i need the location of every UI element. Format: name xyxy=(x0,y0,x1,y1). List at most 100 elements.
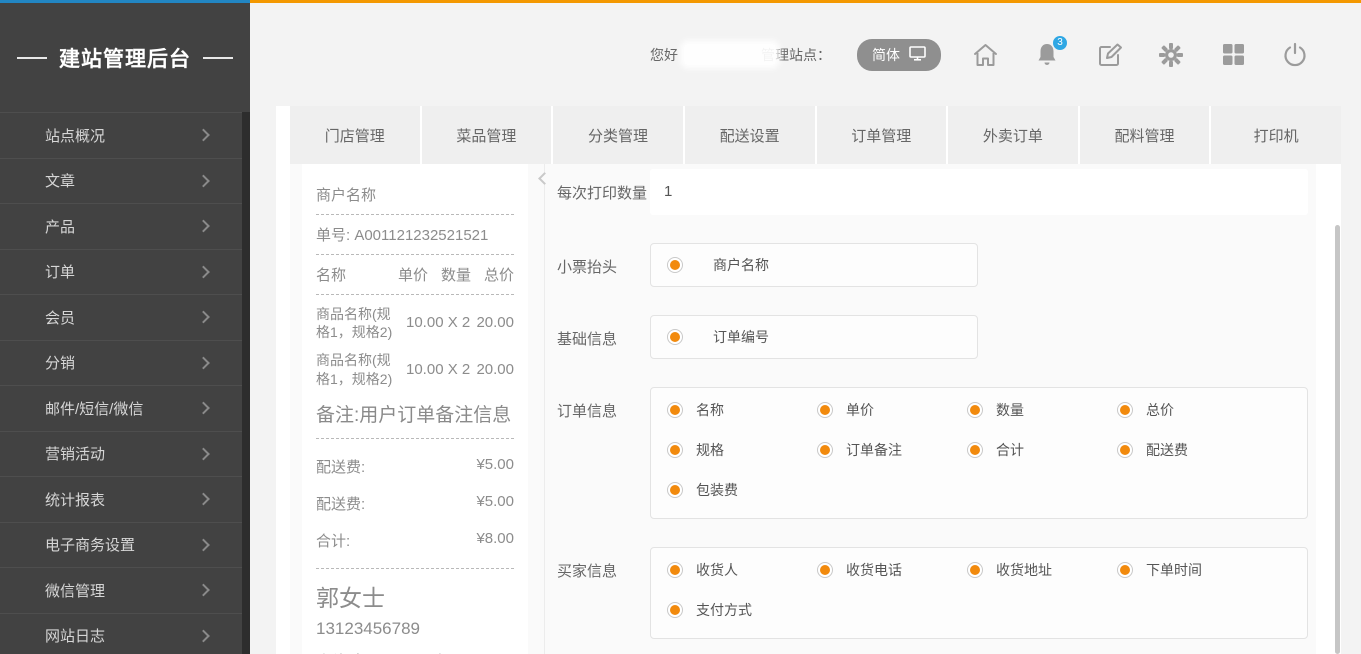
chevron-right-icon xyxy=(197,265,210,278)
radio-order-note[interactable] xyxy=(817,442,833,458)
notifications-bell-icon[interactable]: 3 xyxy=(1033,41,1061,69)
print-count-input[interactable]: 1 xyxy=(650,169,1308,215)
radio-label: 收货地址 xyxy=(996,560,1052,580)
option-packaging-fee: 包装费 xyxy=(667,480,817,500)
topbar-icons: 3 xyxy=(971,41,1309,69)
radio-dot xyxy=(670,565,680,575)
edit-icon[interactable] xyxy=(1095,41,1123,69)
radio-consignee-phone[interactable] xyxy=(817,562,833,578)
total-value: ¥8.00 xyxy=(476,530,514,551)
radio-packaging-fee[interactable] xyxy=(667,482,683,498)
tab-dish-management[interactable]: 菜品管理 xyxy=(422,106,554,164)
option-delivery-address: 收货地址 xyxy=(967,560,1117,580)
sidebar-item-articles[interactable]: 文章 xyxy=(0,158,250,204)
option-spec: 规格 xyxy=(667,440,817,460)
logout-power-icon[interactable] xyxy=(1281,41,1309,69)
tab-label: 订单管理 xyxy=(851,125,911,146)
username-redacted xyxy=(684,44,776,65)
tab-store-management[interactable]: 门店管理 xyxy=(290,106,422,164)
chevron-right-icon xyxy=(197,402,210,415)
tabbar: 门店管理 菜品管理 分类管理 配送设置 订单管理 外卖订单 配料管理 打印机 xyxy=(290,106,1341,164)
receipt-note: 备注:用户订单备注信息 xyxy=(316,402,514,430)
sidebar-item-wechat-management[interactable]: 微信管理 xyxy=(0,567,250,613)
receipt-header-options-box: 商户名称 xyxy=(650,243,978,287)
tab-label: 菜品管理 xyxy=(456,125,516,146)
tab-takeout-orders[interactable]: 外卖订单 xyxy=(948,106,1080,164)
radio-order-time[interactable] xyxy=(1117,562,1133,578)
sidebar-item-label: 邮件/短信/微信 xyxy=(45,398,143,419)
tab-label: 外卖订单 xyxy=(983,125,1043,146)
receipt-header-label: 小票抬头 xyxy=(545,243,650,277)
receipt-fee-row: 配送费: ¥5.00 xyxy=(316,448,514,485)
divider xyxy=(316,214,514,215)
radio-label: 订单编号 xyxy=(713,327,769,347)
order-info-options-box: 名称 单价 数量 总价 规格 订单备注 合计 配送费 包装费 xyxy=(650,387,1308,519)
radio-quantity[interactable] xyxy=(967,402,983,418)
home-icon[interactable] xyxy=(971,41,999,69)
radio-label: 名称 xyxy=(696,400,724,420)
radio-spec[interactable] xyxy=(667,442,683,458)
fee-label: 配送费: xyxy=(316,456,365,477)
divider xyxy=(316,438,514,439)
sidebar-item-ecommerce-settings[interactable]: 电子商务设置 xyxy=(0,522,250,568)
language-button-label: 简体 xyxy=(872,45,900,65)
item-name: 商品名称(规格1，规格2) xyxy=(316,305,404,341)
sidebar-item-orders[interactable]: 订单 xyxy=(0,249,250,295)
radio-consignee[interactable] xyxy=(667,562,683,578)
sidebar-item-label: 电子商务设置 xyxy=(45,534,135,555)
radio-delivery-fee[interactable] xyxy=(1117,442,1133,458)
radio-label: 包装费 xyxy=(696,480,738,500)
divider xyxy=(316,294,514,295)
receipt-item-row: 商品名称(规格1，规格2) 10.00 X 2 20.00 xyxy=(316,305,514,341)
radio-label: 收货人 xyxy=(696,560,738,580)
radio-label: 配送费 xyxy=(1146,440,1188,460)
radio-merchant-name[interactable] xyxy=(667,257,683,273)
option-unit-price: 单价 xyxy=(817,400,967,420)
sidebar-item-marketing[interactable]: 营销活动 xyxy=(0,431,250,477)
radio-order-number[interactable] xyxy=(667,329,683,345)
tab-printer[interactable]: 打印机 xyxy=(1211,106,1341,164)
apps-grid-icon[interactable] xyxy=(1219,41,1247,69)
receipt-header-row: 小票抬头 商户名称 xyxy=(545,243,1316,287)
print-count-row: 每次打印数量 1 xyxy=(545,169,1316,215)
tab-label: 配送设置 xyxy=(720,125,780,146)
sidebar-scrollbar[interactable] xyxy=(242,112,250,654)
radio-unit-price[interactable] xyxy=(817,402,833,418)
radio-name[interactable] xyxy=(667,402,683,418)
sidebar-item-reports[interactable]: 统计报表 xyxy=(0,476,250,522)
tab-category-management[interactable]: 分类管理 xyxy=(553,106,685,164)
receipt-order-number: 单号: A001121232521521 xyxy=(316,224,514,245)
radio-delivery-address[interactable] xyxy=(967,562,983,578)
buyer-info-label: 买家信息 xyxy=(545,547,650,581)
printer-settings-form: 每次打印数量 1 小票抬头 商户名称 基础信息 订单编号 订单信息 xyxy=(544,164,1316,654)
radio-payment-method[interactable] xyxy=(667,602,683,618)
sidebar-item-members[interactable]: 会员 xyxy=(0,294,250,340)
sidebar-item-distribution[interactable]: 分销 xyxy=(0,340,250,386)
settings-gear-icon[interactable] xyxy=(1157,41,1185,69)
radio-dot xyxy=(670,605,680,615)
options-row: 规格 订单备注 合计 配送费 xyxy=(667,430,1307,470)
language-button[interactable]: 简体 xyxy=(857,39,941,71)
radio-dot xyxy=(970,445,980,455)
radio-subtotal[interactable] xyxy=(967,442,983,458)
radio-total-price[interactable] xyxy=(1117,402,1133,418)
tab-label: 打印机 xyxy=(1254,125,1299,146)
buyer-info-row: 买家信息 收货人 收货电话 收货地址 下单时间 支付方式 xyxy=(545,547,1316,639)
col-total: 总价 xyxy=(484,264,514,285)
item-total: 20.00 xyxy=(476,313,514,333)
col-name: 名称 xyxy=(316,264,385,285)
sidebar-item-products[interactable]: 产品 xyxy=(0,203,250,249)
radio-dot xyxy=(670,332,680,342)
tab-delivery-settings[interactable]: 配送设置 xyxy=(685,106,817,164)
content-scrollbar[interactable] xyxy=(1335,225,1340,654)
sidebar-item-mail-sms-wechat[interactable]: 邮件/短信/微信 xyxy=(0,385,250,431)
tab-ingredient-management[interactable]: 配料管理 xyxy=(1080,106,1212,164)
sidebar-item-site-overview[interactable]: 站点概况 xyxy=(0,112,250,158)
radio-label: 支付方式 xyxy=(696,600,752,620)
basic-info-label: 基础信息 xyxy=(545,315,650,349)
radio-label: 规格 xyxy=(696,440,724,460)
tab-label: 配料管理 xyxy=(1115,125,1175,146)
tab-label: 分类管理 xyxy=(588,125,648,146)
sidebar-item-site-logs[interactable]: 网站日志 xyxy=(0,613,250,654)
tab-order-management[interactable]: 订单管理 xyxy=(817,106,949,164)
